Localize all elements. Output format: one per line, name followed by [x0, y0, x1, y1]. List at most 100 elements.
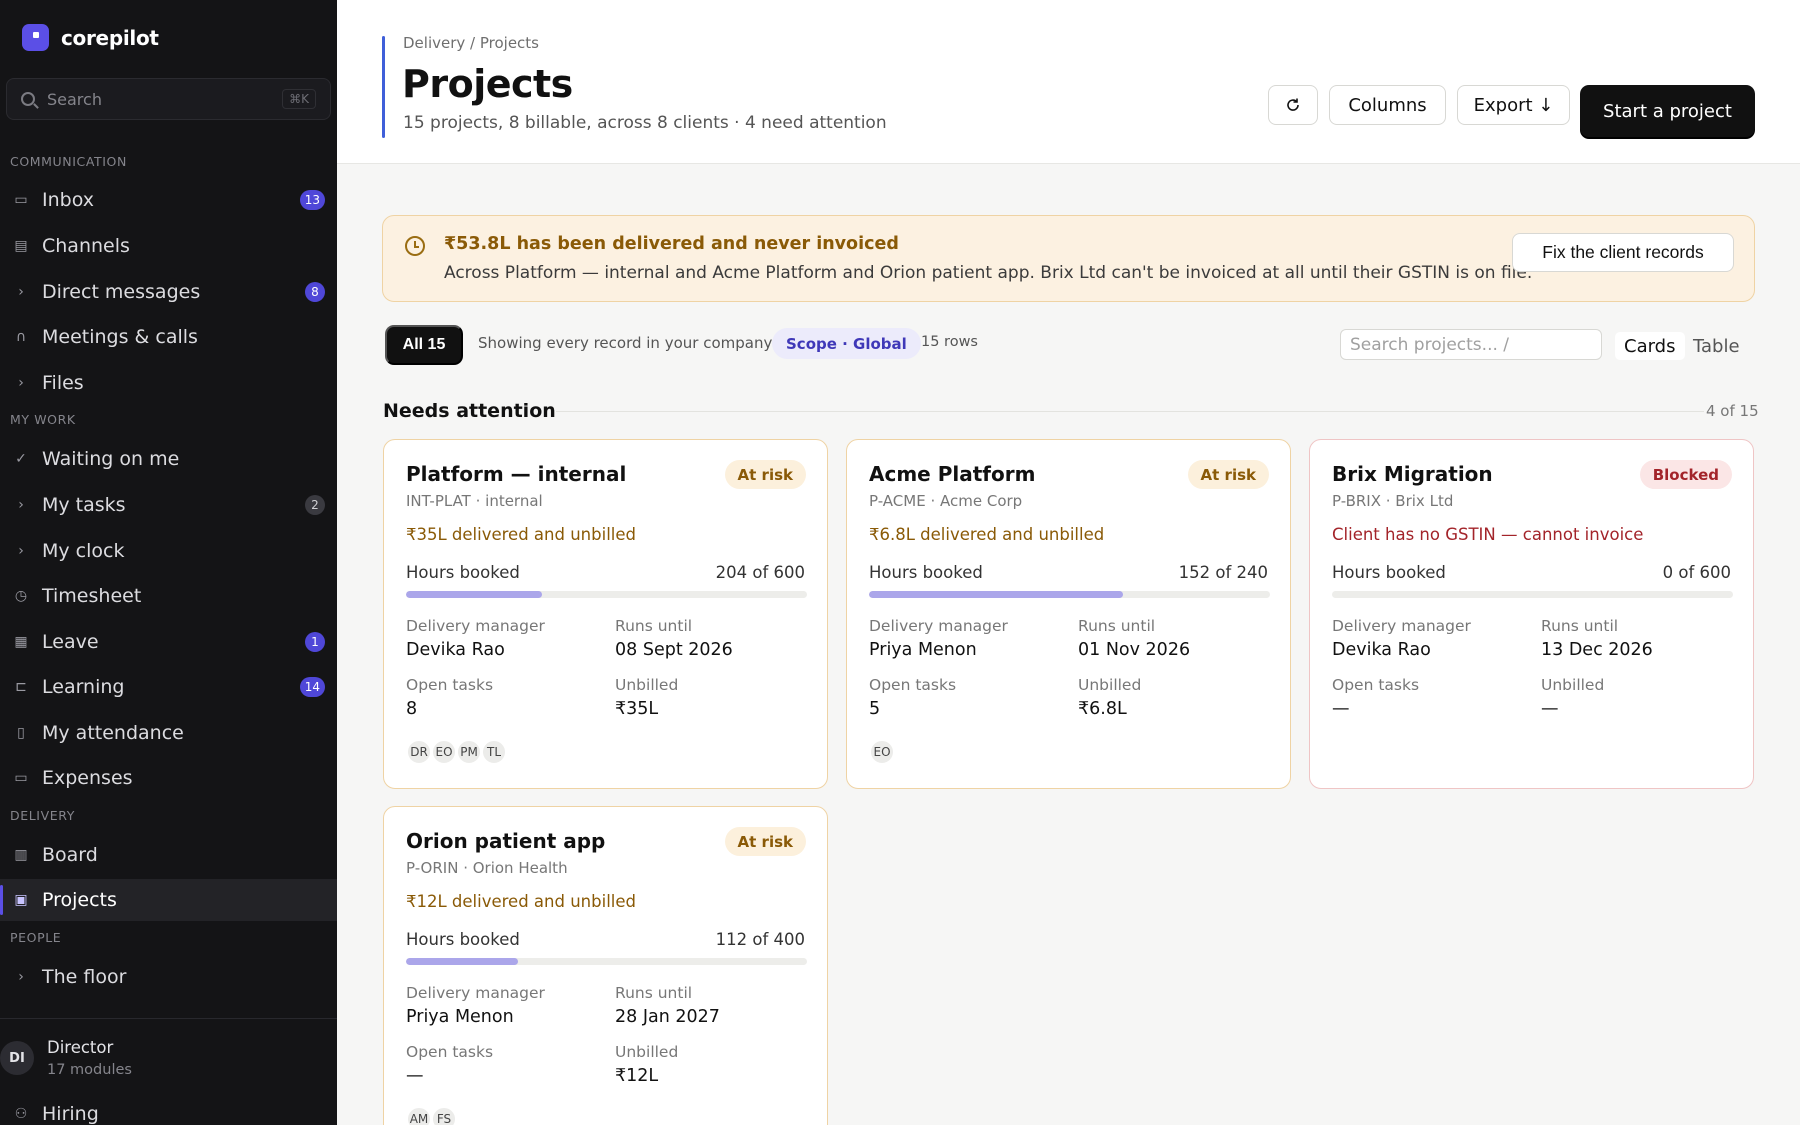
sidebar-item-channels[interactable]: ▤ Channels — [0, 225, 337, 267]
project-alert: Client has no GSTIN — cannot invoice — [1332, 525, 1644, 544]
view-table-toggle[interactable]: Table — [1693, 332, 1740, 360]
project-alert: ₹35L delivered and unbilled — [406, 525, 636, 544]
status-badge: At risk — [1187, 460, 1269, 489]
sidebar-item-files[interactable]: › Files — [0, 362, 337, 404]
hours-label: Hours booked — [869, 563, 983, 582]
project-search-input[interactable]: Search projects... / — [1340, 329, 1602, 360]
hours-progress-bar — [406, 958, 807, 965]
brand[interactable]: corepilot — [22, 24, 159, 51]
sidebar-item-inbox[interactable]: ▭ Inbox 13 — [0, 179, 337, 221]
hours-progress-fill — [406, 591, 543, 598]
unbilled-value: ₹6.8L — [1078, 699, 1127, 719]
sidebar-item-expenses[interactable]: ▭ Expenses — [0, 757, 337, 799]
sidebar-item-attendance[interactable]: ▯ My attendance — [0, 712, 337, 754]
user-profile[interactable]: DI Director 17 modules — [0, 1038, 132, 1078]
chevron-right-icon: › — [18, 543, 24, 559]
chevron-right-icon: › — [18, 497, 24, 513]
sidebar-item-timesheet[interactable]: ◷ Timesheet — [0, 575, 337, 617]
inbox-badge: 13 — [299, 190, 325, 210]
fix-client-records-button[interactable]: Fix the client records — [1512, 233, 1734, 272]
user-subtitle: 17 modules — [47, 1062, 132, 1078]
sidebar-item-projects[interactable]: ▣ Projects — [0, 879, 337, 921]
project-name: Brix Migration — [1332, 462, 1493, 486]
team-avatars: DR EO PM TL — [406, 739, 507, 765]
team-avatars: EO — [869, 739, 895, 765]
sidebar-item-learning[interactable]: ⊏ Learning 14 — [0, 666, 337, 708]
project-card[interactable]: Platform — internal At risk INT-PLAT · i… — [383, 439, 828, 789]
open-tasks-label: Open tasks — [869, 676, 957, 694]
sidebar-item-direct-messages[interactable]: › Direct messages 8 — [0, 271, 337, 313]
start-project-button[interactable]: Start a project — [1580, 85, 1755, 137]
card-icon: ▭ — [14, 770, 28, 786]
section-people: PEOPLE — [10, 930, 62, 945]
avatar: EO — [869, 739, 895, 765]
hours-progress-fill — [406, 958, 519, 965]
manager-label: Delivery manager — [1332, 617, 1471, 635]
hours-value: 204 of 600 — [715, 563, 805, 582]
avatar: TL — [481, 739, 507, 765]
sidebar-item-my-clock[interactable]: › My clock — [0, 530, 337, 572]
chat-icon: ▤ — [14, 238, 28, 254]
avatar: EO — [431, 739, 457, 765]
unbilled-label: Unbilled — [1078, 676, 1142, 694]
columns-button[interactable]: Columns — [1329, 85, 1446, 125]
status-badge: At risk — [724, 827, 806, 856]
view-cards-toggle[interactable]: Cards — [1615, 332, 1685, 360]
sidebar-item-waiting[interactable]: ✓ Waiting on me — [0, 438, 337, 480]
project-name: Acme Platform — [869, 462, 1036, 486]
title-accent — [382, 36, 385, 138]
export-button[interactable]: Export ↓ — [1457, 85, 1570, 125]
refresh-button[interactable] — [1268, 85, 1318, 125]
hours-progress-bar — [406, 591, 807, 598]
row-count: 15 rows — [921, 334, 978, 350]
chevron-right-icon: › — [18, 284, 24, 300]
sidebar-item-my-tasks[interactable]: › My tasks 2 — [0, 484, 337, 526]
sidebar-item-board[interactable]: ▥ Board — [0, 834, 337, 876]
hours-progress-fill — [869, 591, 1123, 598]
logo-icon — [22, 24, 49, 51]
avatar: AM — [406, 1106, 432, 1125]
manager-value: Devika Rao — [1332, 640, 1431, 660]
sidebar-item-label: Waiting on me — [42, 448, 180, 470]
sidebar-item-label: Files — [42, 372, 84, 394]
uninvoiced-alert: ₹53.8L has been delivered and never invo… — [382, 215, 1755, 302]
calendar-icon: ▦ — [14, 634, 28, 650]
filter-description: Showing every record in your company — [478, 334, 773, 352]
manager-value: Priya Menon — [406, 1007, 514, 1027]
sidebar-item-label: My clock — [42, 540, 125, 562]
sidebar-item-label: Channels — [42, 235, 130, 257]
sidebar-item-label: Learning — [42, 676, 125, 698]
refresh-icon — [1287, 98, 1299, 111]
search-placeholder: Search — [47, 89, 102, 109]
user-add-icon: ⚇ — [14, 1106, 28, 1122]
check-icon: ✓ — [15, 451, 27, 467]
runs-until-label: Runs until — [615, 617, 693, 635]
project-code: INT-PLAT · internal — [406, 492, 543, 510]
manager-value: Devika Rao — [406, 640, 505, 660]
search-shortcut: ⌘K — [282, 89, 316, 109]
sidebar-item-the-floor[interactable]: › The floor — [0, 956, 337, 998]
project-card[interactable]: Acme Platform At risk P-ACME · Acme Corp… — [846, 439, 1291, 789]
filter-all[interactable]: All 15 — [385, 325, 463, 365]
chevron-right-icon: › — [18, 969, 24, 985]
easel-icon: ⊏ — [15, 679, 27, 695]
avatar: PM — [456, 739, 482, 765]
headset-icon: ∩ — [15, 329, 27, 345]
project-card[interactable]: Orion patient app At risk P-ORIN · Orion… — [383, 806, 828, 1125]
unbilled-label: Unbilled — [615, 1043, 679, 1061]
sidebar-item-leave[interactable]: ▦ Leave 1 — [0, 621, 337, 663]
project-card[interactable]: Brix Migration Blocked P-BRIX · Brix Ltd… — [1309, 439, 1754, 789]
open-tasks-value: 5 — [869, 699, 881, 719]
breadcrumb: Delivery / Projects — [403, 34, 539, 52]
sidebar-item-meetings[interactable]: ∩ Meetings & calls — [0, 316, 337, 358]
sidebar-search[interactable]: Search ⌘K — [6, 78, 331, 120]
avatar: DR — [406, 739, 432, 765]
alert-text: Across Platform — internal and Acme Plat… — [444, 263, 1533, 283]
hours-value: 112 of 400 — [715, 930, 805, 949]
sidebar-item-label: Board — [42, 844, 98, 866]
hours-value: 152 of 240 — [1178, 563, 1268, 582]
avatar: DI — [0, 1041, 34, 1075]
sidebar-item-label: Hiring — [42, 1103, 99, 1125]
scope-chip[interactable]: Scope · Global — [772, 328, 921, 359]
sidebar-item-hiring[interactable]: ⚇ Hiring — [0, 1093, 337, 1125]
